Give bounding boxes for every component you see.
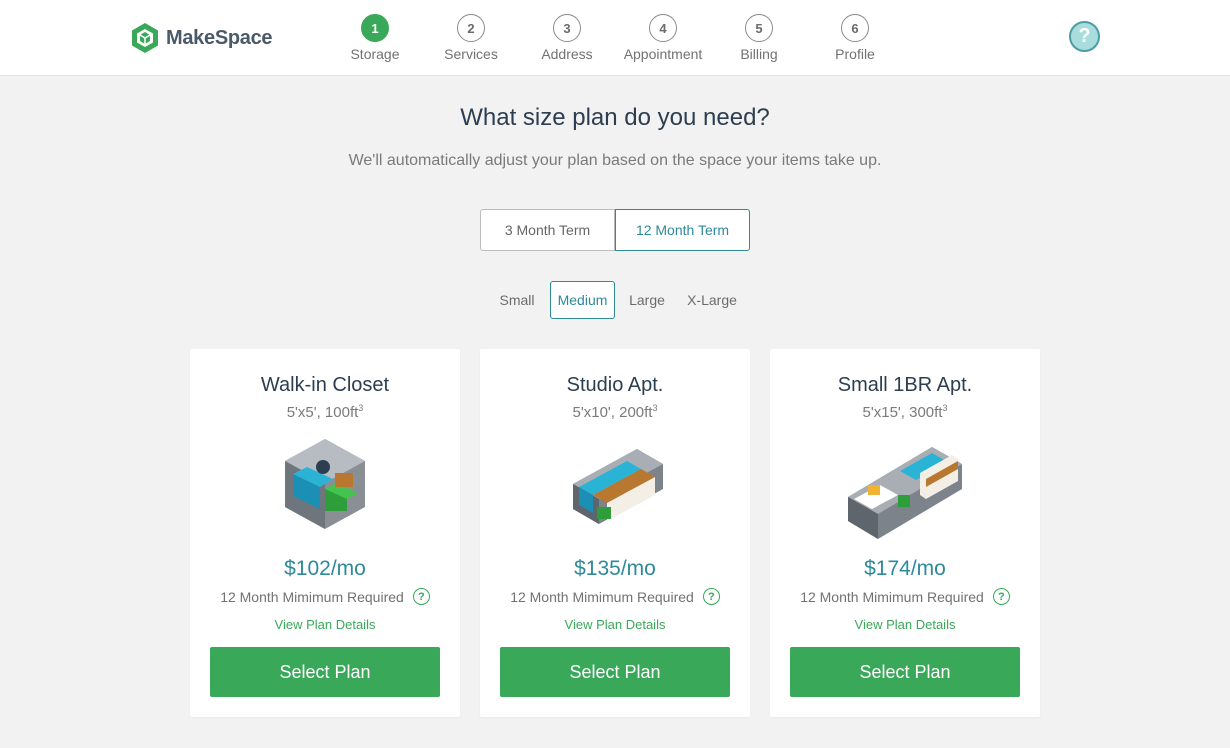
plan-title: Studio Apt.	[566, 374, 664, 396]
step-storage[interactable]: 1 Storage	[327, 14, 423, 62]
plan-price: $135/mo	[574, 557, 656, 580]
progress-steps: 1 Storage 2 Services 3 Address 4 Appoint…	[327, 14, 903, 62]
term-3-month-button[interactable]: 3 Month Term	[480, 209, 615, 251]
step-number: 6	[841, 14, 869, 42]
cube-logo-icon	[132, 23, 158, 53]
plan-title: Walk-in Closet	[260, 374, 390, 396]
step-number: 3	[553, 14, 581, 42]
plan-card-walk-in-closet: Walk-in Closet 5'x5', 100ft3 $102/mo 12 …	[190, 349, 460, 717]
size-tab-small[interactable]: Small	[492, 281, 542, 319]
view-plan-details-link[interactable]: View Plan Details	[770, 617, 1040, 632]
term-toggle: 3 Month Term 12 Month Term	[480, 209, 750, 251]
minimum-text: 12 Month Mimimum Required	[220, 588, 404, 605]
step-label: Billing	[740, 46, 778, 62]
term-12-month-button[interactable]: 12 Month Term	[615, 209, 750, 251]
question-icon[interactable]: ?	[992, 588, 1010, 605]
plan-minimum: 12 Month Mimimum Required ?	[770, 588, 1040, 605]
step-label: Appointment	[623, 46, 703, 62]
plan-dimensions: 5'x5', 100ft3	[286, 403, 364, 421]
help-button[interactable]: ?	[1069, 21, 1100, 52]
plan-card-studio-apt: Studio Apt. 5'x10', 200ft3 $135/mo 12 Mo…	[480, 349, 750, 717]
page-title: What size plan do you need?	[460, 104, 770, 131]
select-plan-button[interactable]: Select Plan	[210, 647, 440, 697]
step-label: Services	[444, 46, 498, 62]
plan-price: $174/mo	[864, 557, 946, 580]
size-tab-x-large[interactable]: X-Large	[680, 281, 744, 319]
step-label: Storage	[350, 46, 400, 62]
question-icon: ?	[1078, 25, 1091, 47]
plan-dimensions: 5'x15', 300ft3	[862, 403, 948, 421]
step-label: Profile	[835, 46, 875, 62]
step-profile[interactable]: 6 Profile	[807, 14, 903, 62]
plan-title: Small 1BR Apt.	[837, 374, 973, 396]
step-number: 4	[649, 14, 677, 42]
plan-price: $102/mo	[284, 557, 366, 580]
step-services[interactable]: 2 Services	[423, 14, 519, 62]
question-icon[interactable]: ?	[412, 588, 430, 605]
plan-card-small-1br-apt: Small 1BR Apt. 5'x15', 300ft3 $174/mo 12…	[770, 349, 1040, 717]
plan-minimum: 12 Month Mimimum Required ?	[480, 588, 750, 605]
makespace-logo[interactable]: MakeSpace	[129, 22, 273, 54]
select-plan-button[interactable]: Select Plan	[790, 647, 1020, 697]
minimum-text: 12 Month Mimimum Required	[800, 588, 984, 605]
step-number: 2	[457, 14, 485, 42]
step-billing[interactable]: 5 Billing	[711, 14, 807, 62]
storage-unit-illustration	[573, 449, 663, 524]
size-tabs: Small Medium Large X-Large	[0, 281, 1230, 319]
storage-unit-illustration	[848, 447, 962, 539]
plan-dimensions: 5'x10', 200ft3	[572, 403, 658, 421]
step-address[interactable]: 3 Address	[519, 14, 615, 62]
step-number: 5	[745, 14, 773, 42]
view-plan-details-link[interactable]: View Plan Details	[480, 617, 750, 632]
step-appointment[interactable]: 4 Appointment	[615, 14, 711, 62]
storage-unit-illustration	[285, 439, 365, 529]
select-plan-button[interactable]: Select Plan	[500, 647, 730, 697]
question-icon[interactable]: ?	[702, 588, 720, 605]
step-label: Address	[541, 46, 593, 62]
size-tab-medium[interactable]: Medium	[550, 281, 615, 319]
view-plan-details-link[interactable]: View Plan Details	[190, 617, 460, 632]
brand-name: MakeSpace	[166, 26, 273, 49]
step-number: 1	[361, 14, 389, 42]
size-tab-large[interactable]: Large	[622, 281, 672, 319]
page-subtitle: We'll automatically adjust your plan bas…	[348, 152, 882, 169]
plan-minimum: 12 Month Mimimum Required ?	[190, 588, 460, 605]
minimum-text: 12 Month Mimimum Required	[510, 588, 694, 605]
top-nav: MakeSpace 1 Storage 2 Services 3 Address…	[0, 0, 1230, 76]
